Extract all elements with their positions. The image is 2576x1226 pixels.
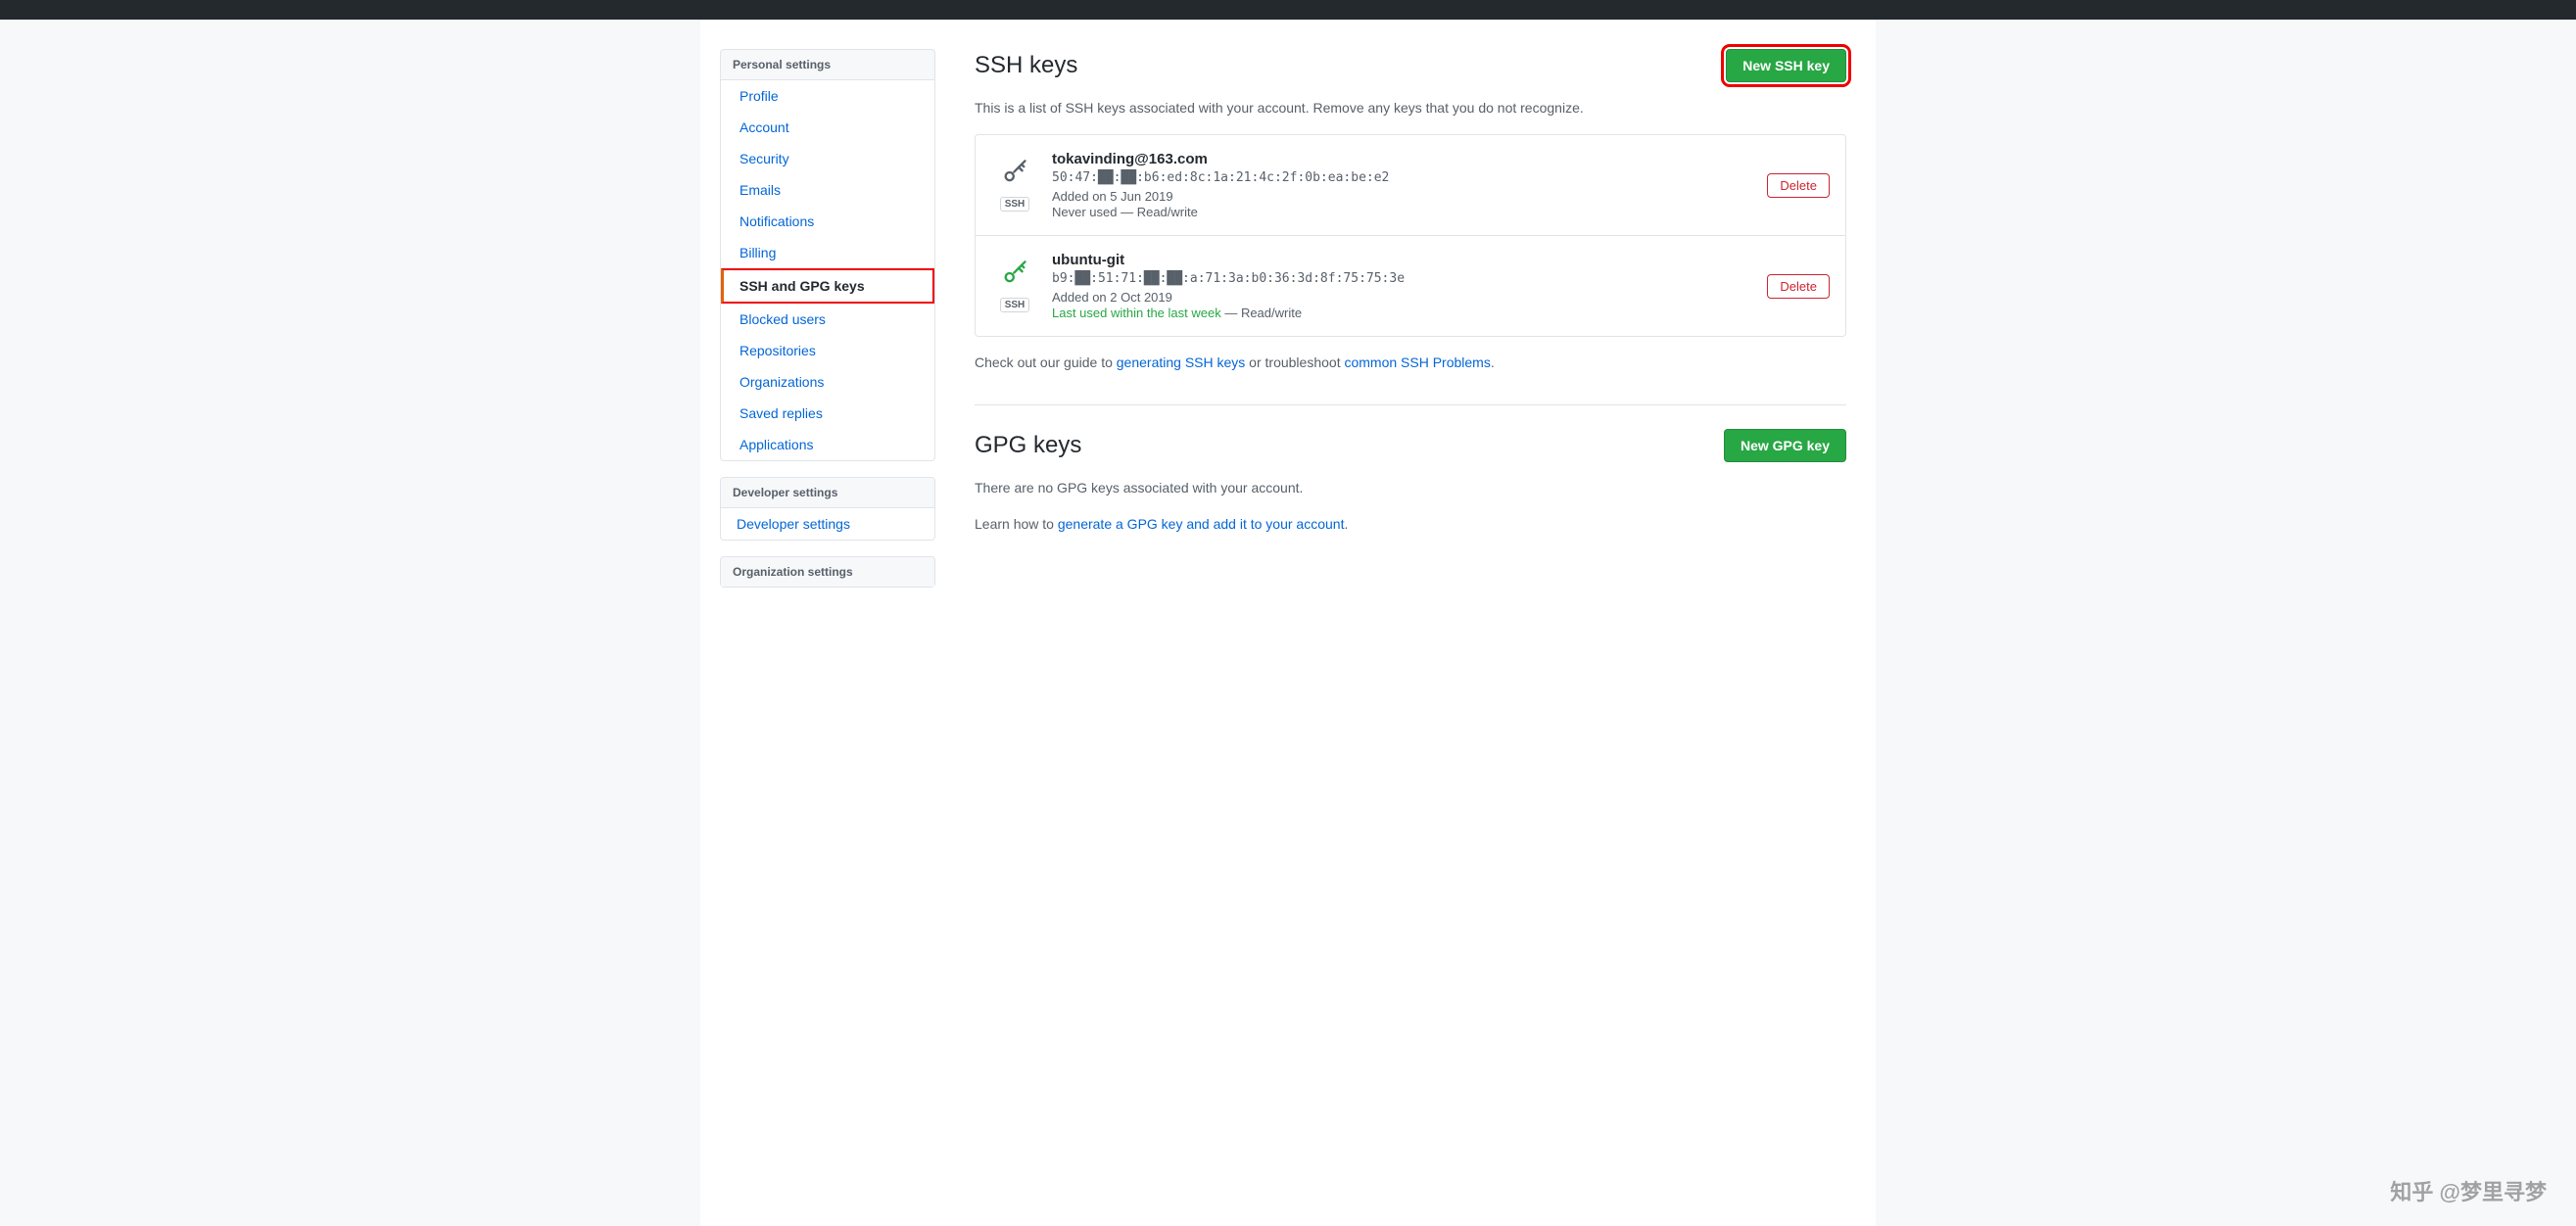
gpg-learn-prefix: Learn how to [975, 516, 1058, 532]
common-ssh-problems-link[interactable]: common SSH Problems [1344, 354, 1490, 370]
key-added-key1: Added on 5 Jun 2019 [1052, 189, 1173, 204]
key-added-key2: Added on 2 Oct 2019 [1052, 290, 1172, 305]
sidebar-item-saved-replies[interactable]: Saved replies [721, 398, 934, 429]
key-usage-green-key2: Last used within the last week [1052, 306, 1221, 320]
key-usage-key1: Never used — Read/write [1052, 205, 1198, 219]
key-icon-key2 [1001, 259, 1028, 294]
sidebar-item-account[interactable]: Account [721, 112, 934, 143]
ssh-section-header: SSH keys New SSH key [975, 49, 1846, 82]
delete-key-button-key1[interactable]: Delete [1767, 173, 1830, 198]
sidebar-item-profile[interactable]: Profile [721, 80, 934, 112]
key-icon-area-key1: SSH [991, 159, 1038, 212]
main-content: SSH keys New SSH key This is a list of S… [965, 49, 1856, 1197]
key-item-key2: SSH ubuntu-git b9:██:51:71:██:██:a:71:3a:b… [976, 236, 1845, 336]
key-meta-key1: Added on 5 Jun 2019Never used — Read/wri… [1052, 188, 1753, 219]
page-container: Personal settings ProfileAccountSecurity… [700, 20, 1876, 1226]
key-badge-key2: SSH [1000, 298, 1030, 312]
watermark: 知乎 @梦里寻梦 [2390, 1175, 2547, 1206]
ssh-footer-end: . [1491, 354, 1495, 370]
developer-settings-label: Developer settings [721, 478, 934, 508]
delete-key-button-key2[interactable]: Delete [1767, 274, 1830, 299]
key-usage-rest-key2: — Read/write [1221, 306, 1302, 320]
key-info-key2: ubuntu-git b9:██:51:71:██:██:a:71:3a:b0:3… [1052, 252, 1753, 320]
sidebar: Personal settings ProfileAccountSecurity… [720, 49, 935, 1197]
sidebar-item-repositories[interactable]: Repositories [721, 335, 934, 366]
key-usage-key2: Last used within the last week — Read/wr… [1052, 305, 1302, 320]
org-settings-label: Organization settings [721, 557, 934, 587]
ssh-keys-list: SSH tokavinding@163.com 50:47:██:██:b6:ed:… [975, 134, 1846, 337]
key-meta-key2: Added on 2 Oct 2019Last used within the … [1052, 289, 1753, 320]
key-name-key1: tokavinding@163.com [1052, 151, 1753, 167]
new-ssh-btn-wrapper: New SSH key [1726, 49, 1846, 82]
key-fingerprint-key2: b9:██:51:71:██:██:a:71:3a:b0:36:3d:8f:75… [1052, 271, 1753, 286]
developer-settings-section: Developer settings Developer settings [720, 477, 935, 541]
ssh-footer-text: Check out our guide to [975, 354, 1117, 370]
gpg-section: GPG keys New GPG key There are no GPG ke… [975, 429, 1846, 535]
gpg-section-header: GPG keys New GPG key [975, 429, 1846, 462]
key-icon-key1 [1001, 159, 1028, 193]
generating-ssh-keys-link[interactable]: generating SSH keys [1117, 354, 1246, 370]
key-icon-area-key2: SSH [991, 259, 1038, 312]
ssh-footer-mid: or troubleshoot [1245, 354, 1344, 370]
section-divider [975, 404, 1846, 405]
ssh-footer: Check out our guide to generating SSH ke… [975, 353, 1846, 373]
sidebar-item-security[interactable]: Security [721, 143, 934, 174]
key-actions-key2: Delete [1767, 274, 1830, 299]
ssh-section-title: SSH keys [975, 52, 1077, 79]
sidebar-nav: ProfileAccountSecurityEmailsNotification… [720, 80, 935, 461]
gpg-no-keys-text: There are no GPG keys associated with yo… [975, 478, 1846, 498]
key-name-key2: ubuntu-git [1052, 252, 1753, 268]
key-badge-key1: SSH [1000, 197, 1030, 212]
sidebar-item-applications[interactable]: Applications [721, 429, 934, 460]
sidebar-item-organizations[interactable]: Organizations [721, 366, 934, 398]
key-info-key1: tokavinding@163.com 50:47:██:██:b6:ed:8c:… [1052, 151, 1753, 219]
generate-gpg-key-link[interactable]: generate a GPG key and add it to your ac… [1058, 516, 1345, 532]
key-fingerprint-key1: 50:47:██:██:b6:ed:8c:1a:21:4c:2f:0b:ea:b… [1052, 170, 1753, 185]
key-actions-key1: Delete [1767, 173, 1830, 198]
new-gpg-key-button[interactable]: New GPG key [1724, 429, 1846, 462]
personal-settings-label: Personal settings [720, 49, 935, 80]
new-ssh-key-button[interactable]: New SSH key [1726, 49, 1846, 82]
gpg-learn-end: . [1344, 516, 1348, 532]
ssh-description: This is a list of SSH keys associated wi… [975, 98, 1846, 118]
sidebar-item-emails[interactable]: Emails [721, 174, 934, 206]
gpg-section-title: GPG keys [975, 432, 1081, 459]
gpg-learn-text: Learn how to generate a GPG key and add … [975, 514, 1846, 535]
top-bar [0, 0, 2576, 20]
sidebar-item-notifications[interactable]: Notifications [721, 206, 934, 237]
developer-settings-link[interactable]: Developer settings [721, 508, 934, 540]
key-item-key1: SSH tokavinding@163.com 50:47:██:██:b6:ed:… [976, 135, 1845, 236]
org-settings-section: Organization settings [720, 556, 935, 588]
sidebar-item-billing[interactable]: Billing [721, 237, 934, 268]
sidebar-item-ssh-gpg[interactable]: SSH and GPG keys [721, 268, 934, 304]
sidebar-item-blocked-users[interactable]: Blocked users [721, 304, 934, 335]
